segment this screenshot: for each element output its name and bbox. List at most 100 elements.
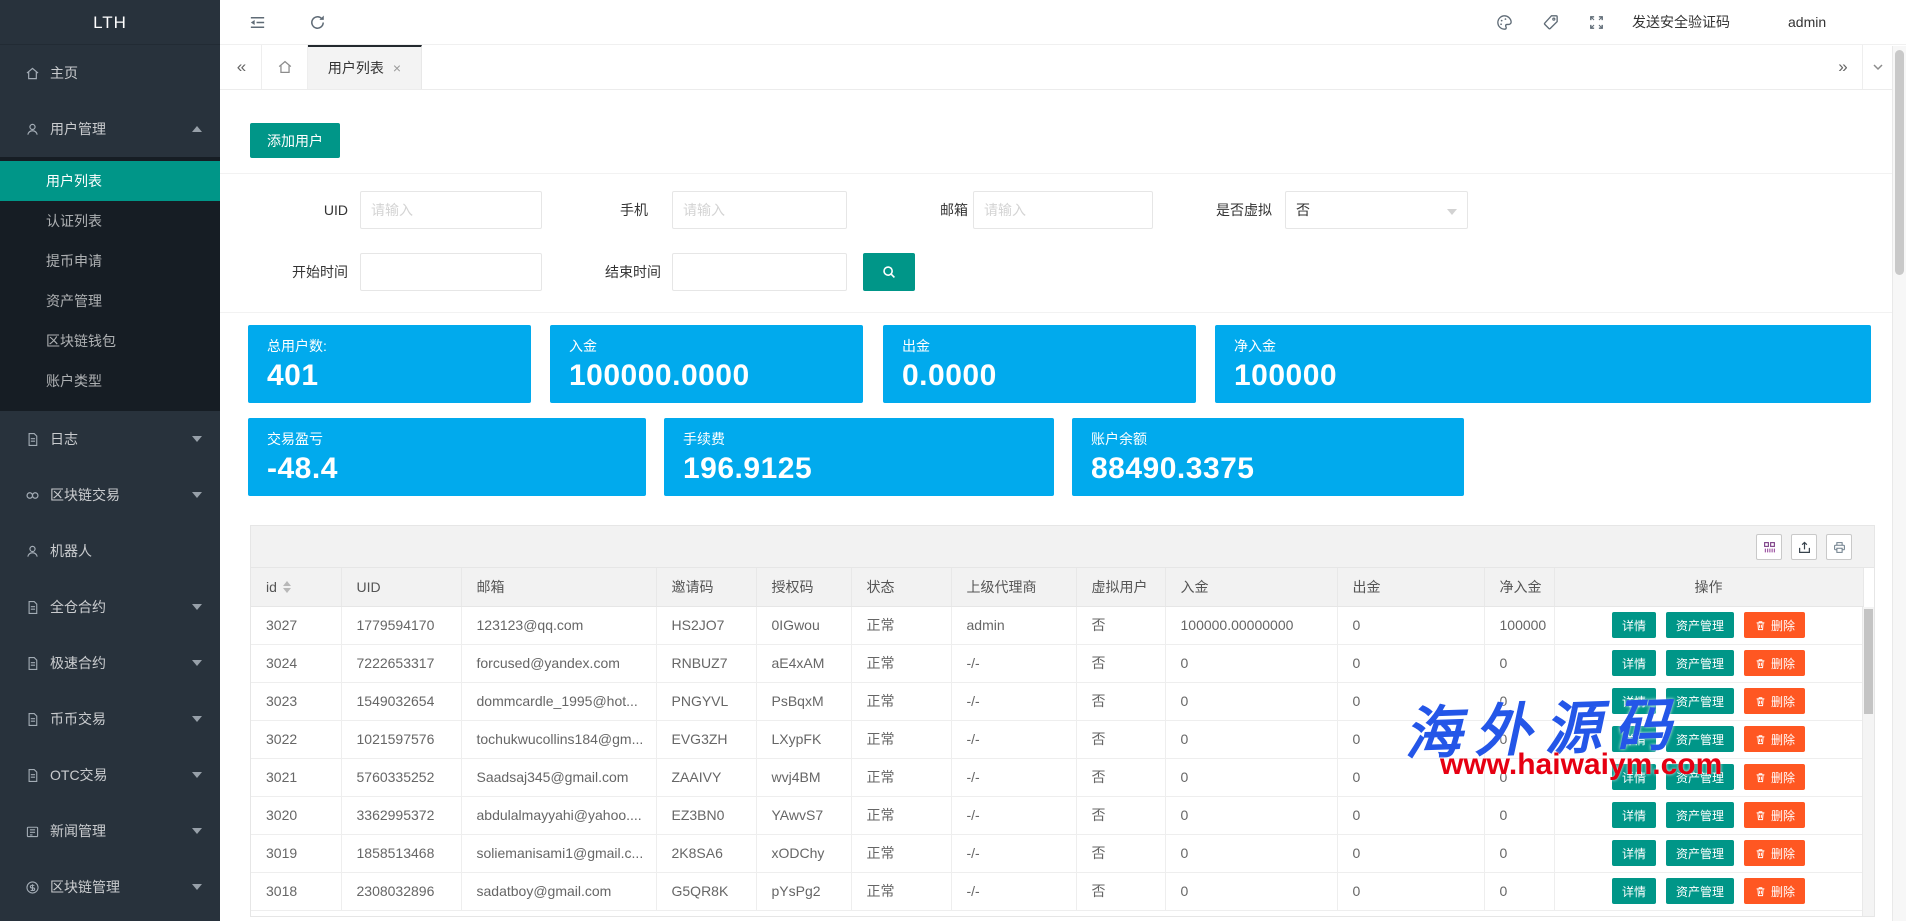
tabs-scroll-left-button[interactable]: «: [220, 45, 262, 89]
sidebar-item-asset-management[interactable]: 资产管理: [0, 281, 220, 321]
asset-management-button[interactable]: 资产管理: [1666, 650, 1734, 676]
export-icon: [1797, 540, 1812, 555]
sidebar-item-label: 日志: [50, 429, 78, 449]
end-time-input[interactable]: [672, 253, 847, 291]
table-row: 30203362995372abdulalmayyahi@yahoo....EZ…: [251, 796, 1863, 834]
sidebar-item-blockchain-wallet[interactable]: 区块链钱包: [0, 321, 220, 361]
uid-input[interactable]: [360, 191, 542, 229]
cell-status: 正常: [851, 682, 951, 720]
delete-button[interactable]: 删除: [1744, 764, 1805, 790]
sidebar-item-label: 用户管理: [50, 119, 106, 139]
sidebar-item-account-type[interactable]: 账户类型: [0, 361, 220, 401]
collapse-menu-icon[interactable]: [248, 13, 267, 32]
send-security-code-button[interactable]: 发送安全验证码: [1632, 0, 1730, 44]
sidebar-item-user-management[interactable]: 用户管理: [0, 101, 220, 157]
print-button[interactable]: [1826, 534, 1852, 560]
sidebar-item-fast-contract[interactable]: 极速合约: [0, 635, 220, 691]
cell-deposit: 0: [1165, 682, 1337, 720]
sidebar-item-news-management[interactable]: 新闻管理: [0, 803, 220, 859]
tabs-menu-button[interactable]: [1862, 45, 1892, 89]
add-user-button[interactable]: 添加用户: [250, 123, 340, 158]
cell-uid: 1549032654: [341, 682, 461, 720]
filter-columns-button[interactable]: [1756, 534, 1782, 560]
detail-button[interactable]: 详情: [1612, 612, 1656, 638]
sidebar-item-logs[interactable]: 日志: [0, 411, 220, 467]
email-input[interactable]: [973, 191, 1153, 229]
delete-button[interactable]: 删除: [1744, 802, 1805, 828]
stat-value: -48.4: [267, 452, 627, 486]
theme-palette-icon[interactable]: [1495, 13, 1514, 32]
refresh-icon[interactable]: [308, 13, 327, 32]
page-scrollbar[interactable]: [1892, 46, 1906, 921]
sidebar-item-label: 币币交易: [50, 709, 106, 729]
username-menu[interactable]: admin: [1788, 0, 1826, 44]
cell-status: 正常: [851, 796, 951, 834]
sidebar-item-full-contract[interactable]: 全仓合约: [0, 579, 220, 635]
detail-button[interactable]: 详情: [1612, 840, 1656, 866]
tag-icon[interactable]: [1541, 13, 1560, 32]
chevron-down-icon: [192, 492, 202, 498]
tab-user-list[interactable]: 用户列表 ×: [308, 45, 422, 89]
cell-invite-code: ZAAIVY: [656, 758, 756, 796]
asset-management-button[interactable]: 资产管理: [1666, 802, 1734, 828]
virtual-select-value: 否: [1296, 200, 1310, 220]
cell-email: dommcardle_1995@hot...: [461, 682, 656, 720]
tabs-scroll-right-button[interactable]: »: [1822, 45, 1862, 89]
divider: [220, 312, 1892, 313]
delete-button[interactable]: 删除: [1744, 840, 1805, 866]
stat-label: 入金: [569, 336, 844, 356]
chevron-down-icon: [192, 716, 202, 722]
detail-button[interactable]: 详情: [1612, 878, 1656, 904]
home-icon: [276, 58, 294, 76]
sidebar-item-blockchain-management[interactable]: 区块链管理: [0, 859, 220, 915]
asset-management-button[interactable]: 资产管理: [1666, 612, 1734, 638]
col-status: 状态: [851, 568, 951, 606]
start-time-input[interactable]: [360, 253, 542, 291]
detail-button[interactable]: 详情: [1612, 650, 1656, 676]
cell-withdraw: 0: [1337, 834, 1484, 872]
stat-total-users: 总用户数: 401: [248, 325, 531, 403]
cell-uid: 3362995372: [341, 796, 461, 834]
tab-label: 用户列表: [328, 58, 384, 78]
search-button[interactable]: [863, 253, 915, 291]
sidebar-item-withdraw-request[interactable]: 提币申请: [0, 241, 220, 281]
table-scrollbar[interactable]: [1862, 607, 1874, 916]
sort-icon[interactable]: [283, 581, 291, 593]
cell-auth-code: LXypFK: [756, 720, 851, 758]
sidebar-item-home[interactable]: 主页: [0, 45, 220, 101]
delete-button[interactable]: 删除: [1744, 650, 1805, 676]
export-button[interactable]: [1791, 534, 1817, 560]
table-scrollbar-thumb[interactable]: [1864, 609, 1873, 714]
fullscreen-icon[interactable]: [1587, 13, 1606, 32]
stat-value: 100000: [1234, 359, 1852, 393]
asset-management-button[interactable]: 资产管理: [1666, 878, 1734, 904]
close-icon[interactable]: ×: [393, 61, 401, 75]
sidebar-item-user-list[interactable]: 用户列表: [0, 161, 220, 201]
sidebar-item-auth-list[interactable]: 认证列表: [0, 201, 220, 241]
sidebar-item-label: OTC交易: [50, 765, 108, 785]
delete-button[interactable]: 删除: [1744, 878, 1805, 904]
col-id[interactable]: id: [251, 568, 341, 606]
virtual-select[interactable]: 否: [1285, 191, 1468, 229]
phone-input[interactable]: [672, 191, 847, 229]
sidebar-item-coin-trade[interactable]: 币币交易: [0, 691, 220, 747]
sidebar-item-blockchain-trade[interactable]: 区块链交易: [0, 467, 220, 523]
trash-icon: [1754, 885, 1767, 898]
delete-button-label: 删除: [1771, 655, 1795, 672]
delete-button[interactable]: 删除: [1744, 612, 1805, 638]
delete-button[interactable]: 删除: [1744, 726, 1805, 752]
stat-trade-pnl: 交易盈亏 -48.4: [248, 418, 646, 496]
tab-home[interactable]: [262, 45, 308, 89]
detail-button[interactable]: 详情: [1612, 802, 1656, 828]
sidebar-item-robot[interactable]: 机器人: [0, 523, 220, 579]
sidebar-item-label: 极速合约: [50, 653, 106, 673]
stat-fees: 手续费 196.9125: [664, 418, 1054, 496]
col-email: 邮箱: [461, 568, 656, 606]
sidebar-item-otc-trade[interactable]: OTC交易: [0, 747, 220, 803]
cell-invite-code: EVG3ZH: [656, 720, 756, 758]
cell-auth-code: aE4xAM: [756, 644, 851, 682]
page-scrollbar-thumb[interactable]: [1895, 50, 1904, 275]
stat-withdraw: 出金 0.0000: [883, 325, 1196, 403]
asset-management-button[interactable]: 资产管理: [1666, 840, 1734, 866]
delete-button[interactable]: 删除: [1744, 688, 1805, 714]
